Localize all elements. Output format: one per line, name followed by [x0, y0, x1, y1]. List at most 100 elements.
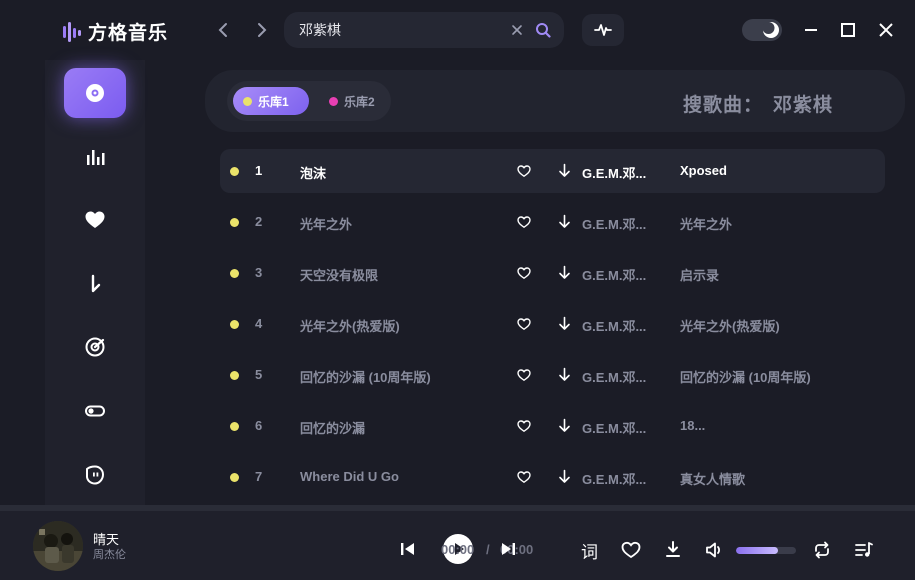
sidebar-item-radar[interactable]	[64, 322, 126, 372]
toggle-icon	[85, 405, 105, 417]
song-title[interactable]: 泡沫	[300, 163, 326, 182]
back-button[interactable]	[214, 20, 234, 40]
song-artist[interactable]: G.E.M.邓...	[582, 469, 646, 488]
heart-outline-icon[interactable]	[517, 368, 531, 382]
sidebar-item-charts[interactable]	[64, 132, 126, 182]
current-time: 00:00	[441, 542, 475, 557]
minimize-button[interactable]	[801, 20, 821, 40]
player-bar: 晴天 周杰伦 00:00 / 00:00 词	[0, 505, 915, 580]
search-keyword: 邓紫棋	[773, 95, 834, 116]
sidebar-item-favorites[interactable]	[64, 195, 126, 245]
close-icon	[512, 25, 522, 35]
song-title[interactable]: 回忆的沙漏 (10周年版)	[300, 367, 431, 386]
song-index: 7	[255, 469, 263, 484]
download-arrow-icon[interactable]	[558, 469, 571, 484]
song-index: 3	[255, 265, 263, 280]
repeat-mode-button[interactable]	[812, 540, 832, 560]
search-box	[284, 12, 564, 48]
chevron-left-icon	[218, 23, 227, 37]
chart-bars-icon	[87, 150, 105, 165]
download-arrow-icon[interactable]	[558, 163, 571, 178]
forward-button[interactable]	[251, 20, 271, 40]
search-input[interactable]	[299, 12, 499, 48]
song-title[interactable]: Where Did U Go	[300, 469, 399, 484]
song-album[interactable]: Xposed	[680, 163, 727, 178]
heart-outline-icon[interactable]	[517, 419, 531, 433]
song-row[interactable]: 7 Where Did U Go G.E.M.邓... 真女人情歌	[220, 455, 885, 499]
song-album[interactable]: 回忆的沙漏 (10周年版)	[680, 367, 811, 386]
app-title: 方格音乐	[88, 23, 169, 44]
song-artist[interactable]: G.E.M.邓...	[582, 265, 646, 284]
lyrics-button[interactable]: 词	[581, 538, 598, 563]
clear-search-button[interactable]	[511, 21, 523, 41]
song-list: 1 泡沫 G.E.M.邓... Xposed 2 光年之外 G.E.M.邓... 光年之外 3 天…	[220, 149, 885, 506]
song-row[interactable]: 3 天空没有极限 G.E.M.邓... 启示录	[220, 251, 885, 295]
download-arrow-icon[interactable]	[558, 367, 571, 382]
sidebar-item-discover[interactable]	[64, 68, 126, 118]
tab-library-1[interactable]: 乐库1	[233, 87, 309, 115]
download-arrow-icon[interactable]	[558, 214, 571, 229]
song-album[interactable]: 光年之外	[680, 214, 732, 233]
song-title[interactable]: 光年之外	[300, 214, 352, 233]
song-title[interactable]: 天空没有极限	[300, 265, 378, 284]
album-cover[interactable]	[33, 521, 83, 571]
close-icon	[879, 23, 893, 37]
search-result-heading: 搜歌曲： 邓紫棋	[683, 90, 833, 117]
song-row[interactable]: 6 回忆的沙漏 G.E.M.邓... 18...	[220, 404, 885, 448]
tab-library-2[interactable]: 乐库2	[319, 87, 385, 115]
song-artist[interactable]: G.E.M.邓...	[582, 418, 646, 437]
song-album[interactable]: 18...	[680, 418, 705, 433]
song-row[interactable]: 1 泡沫 G.E.M.邓... Xposed	[220, 149, 885, 193]
sidebar	[45, 60, 145, 505]
album-art	[33, 521, 83, 571]
download-arrow-icon[interactable]	[558, 265, 571, 280]
song-album[interactable]: 真女人情歌	[680, 469, 745, 488]
song-album[interactable]: 启示录	[680, 265, 719, 284]
song-artist[interactable]: G.E.M.邓...	[582, 367, 646, 386]
download-button[interactable]	[663, 539, 683, 559]
playlist-button[interactable]	[854, 540, 874, 560]
song-index: 4	[255, 316, 263, 331]
disc-icon	[86, 84, 104, 102]
song-index: 1	[255, 163, 263, 178]
sidebar-item-downloads[interactable]	[64, 259, 126, 309]
tab-label: 乐库1	[258, 94, 289, 109]
maximize-button[interactable]	[838, 20, 858, 40]
heart-outline-icon[interactable]	[517, 266, 531, 280]
title-bar: 方格音乐	[0, 0, 915, 60]
download-arrow-icon[interactable]	[558, 316, 571, 331]
next-track-button[interactable]	[498, 539, 518, 559]
like-button[interactable]	[621, 540, 641, 560]
audio-effect-button[interactable]	[582, 14, 624, 46]
heart-outline-icon[interactable]	[517, 470, 531, 484]
download-icon	[91, 274, 101, 293]
previous-track-button[interactable]	[398, 539, 418, 559]
close-window-button[interactable]	[876, 20, 896, 40]
moon-icon	[763, 22, 779, 38]
song-row[interactable]: 4 光年之外(热爱版) G.E.M.邓... 光年之外(热爱版)	[220, 302, 885, 346]
song-title[interactable]: 回忆的沙漏	[300, 418, 365, 437]
volume-level	[736, 547, 778, 554]
heart-outline-icon[interactable]	[517, 215, 531, 229]
heart-outline-icon[interactable]	[517, 317, 531, 331]
volume-slider[interactable]	[736, 547, 796, 554]
song-artist[interactable]: G.E.M.邓...	[582, 214, 646, 233]
song-artist[interactable]: G.E.M.邓...	[582, 316, 646, 335]
sidebar-item-settings[interactable]	[64, 386, 126, 436]
song-row[interactable]: 5 回忆的沙漏 (10周年版) G.E.M.邓... 回忆的沙漏 (10周年版)	[220, 353, 885, 397]
heart-outline-icon[interactable]	[517, 164, 531, 178]
theme-toggle[interactable]	[742, 19, 782, 41]
song-artist[interactable]: G.E.M.邓...	[582, 163, 646, 182]
song-status-dot	[230, 371, 239, 380]
song-status-dot	[230, 167, 239, 176]
minimize-icon	[805, 29, 817, 31]
now-playing-artist[interactable]: 周杰伦	[93, 546, 126, 562]
song-title[interactable]: 光年之外(热爱版)	[300, 316, 400, 335]
song-index: 6	[255, 418, 263, 433]
search-icon[interactable]	[535, 22, 551, 38]
download-arrow-icon[interactable]	[558, 418, 571, 433]
volume-button[interactable]	[704, 540, 724, 560]
song-row[interactable]: 2 光年之外 G.E.M.邓... 光年之外	[220, 200, 885, 244]
song-album[interactable]: 光年之外(热爱版)	[680, 316, 780, 335]
sidebar-item-profile[interactable]	[64, 450, 126, 500]
